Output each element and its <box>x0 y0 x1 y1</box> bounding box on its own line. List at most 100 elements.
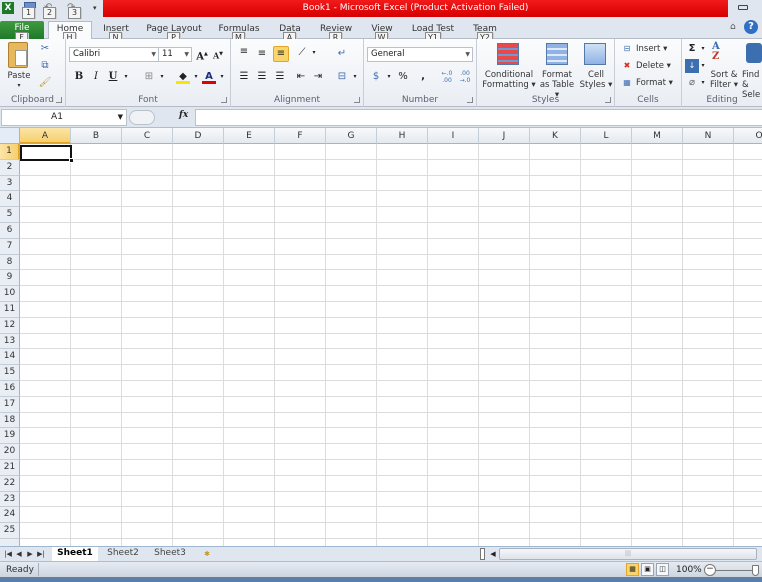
bottom-align-icon[interactable]: ≡ <box>273 46 289 62</box>
number-launcher-icon[interactable] <box>467 97 473 103</box>
conditional-formatting-button[interactable]: Conditional Formatting ▾ <box>480 70 538 90</box>
fill-handle[interactable] <box>69 158 74 163</box>
accounting-dropdown-icon[interactable]: ▾ <box>382 70 396 84</box>
column-header[interactable]: N <box>683 128 734 144</box>
merge-dropdown-icon[interactable]: ▾ <box>348 70 362 84</box>
fill-color-dropdown-icon[interactable]: ▾ <box>189 70 203 84</box>
normal-view-icon[interactable]: ▦ <box>626 563 639 576</box>
delete-cells-button[interactable]: Delete ▾ <box>636 61 671 71</box>
row-header[interactable]: 21 <box>0 460 20 476</box>
format-cells-icon[interactable]: ▦ <box>620 76 634 90</box>
alignment-launcher-icon[interactable] <box>354 97 360 103</box>
zoom-slider-thumb[interactable] <box>752 565 759 576</box>
grow-font-icon[interactable]: A▲ <box>195 47 209 62</box>
percent-style-button[interactable]: % <box>396 70 410 84</box>
formula-input[interactable] <box>195 109 762 126</box>
fill-color-icon[interactable]: ◆ <box>176 70 190 84</box>
column-header[interactable]: F <box>275 128 326 144</box>
row-header[interactable]: 15 <box>0 365 20 381</box>
paste-icon[interactable] <box>8 42 28 68</box>
italic-button[interactable]: I <box>89 70 103 84</box>
split-handle[interactable] <box>480 548 485 560</box>
zoom-level[interactable]: 100% <box>676 563 702 577</box>
excel-app-icon[interactable]: X <box>2 2 14 14</box>
row-header[interactable]: 25 <box>0 523 20 539</box>
increase-decimal-icon[interactable]: ←.0.00 <box>440 70 454 84</box>
minimize-icon[interactable] <box>738 5 748 10</box>
help-icon[interactable]: ? <box>744 20 758 34</box>
column-header[interactable]: K <box>530 128 581 144</box>
decrease-decimal-icon[interactable]: .00 →.0 <box>458 70 472 84</box>
paste-button[interactable]: Paste <box>4 71 34 81</box>
row-header[interactable]: 23 <box>0 491 20 508</box>
row-header[interactable]: 1 <box>0 144 20 160</box>
sheet-tab-sheet1[interactable]: Sheet1 <box>52 547 98 561</box>
row-header[interactable]: 17 <box>0 396 20 413</box>
last-sheet-icon[interactable]: ▶| <box>36 548 46 560</box>
format-painter-icon[interactable]: 🖌 <box>38 76 52 90</box>
find-select-icon[interactable] <box>746 43 762 63</box>
orientation-dropdown-icon[interactable]: ▾ <box>307 46 321 60</box>
column-header[interactable]: O <box>734 128 762 144</box>
column-header[interactable]: H <box>377 128 428 144</box>
clipboard-launcher-icon[interactable] <box>56 97 62 103</box>
align-right-icon[interactable]: ☰ <box>273 70 287 84</box>
column-header[interactable]: B <box>71 128 122 144</box>
top-align-icon[interactable]: ≡ <box>237 45 251 59</box>
row-header[interactable]: 6 <box>0 223 20 239</box>
page-break-preview-icon[interactable]: ◫ <box>656 563 669 576</box>
row-header[interactable]: 4 <box>0 191 20 208</box>
copy-icon[interactable]: ⧉ <box>38 59 52 73</box>
font-size-select[interactable]: 11 ▼ <box>158 47 192 62</box>
active-cell[interactable] <box>20 145 72 161</box>
select-all-button[interactable] <box>0 128 20 144</box>
row-header[interactable]: 16 <box>0 381 20 397</box>
page-layout-view-icon[interactable]: ▣ <box>641 563 654 576</box>
first-sheet-icon[interactable]: |◀ <box>3 548 13 560</box>
zoom-out-icon[interactable]: − <box>704 564 716 576</box>
delete-cells-icon[interactable]: ✖ <box>620 59 634 73</box>
row-header[interactable]: 9 <box>0 270 20 287</box>
row-header[interactable]: 2 <box>0 159 20 176</box>
bold-button[interactable]: B <box>72 70 86 84</box>
middle-align-icon[interactable]: ≡ <box>255 47 269 61</box>
row-header[interactable] <box>0 539 20 546</box>
merge-center-icon[interactable]: ⊟ <box>335 70 349 84</box>
row-header[interactable]: 24 <box>0 507 20 524</box>
scroll-left-icon[interactable]: ◀ <box>488 548 498 560</box>
sort-filter-icon[interactable]: AZ <box>712 42 734 64</box>
zoom-slider[interactable] <box>716 570 756 571</box>
horizontal-scrollbar[interactable]: ◀ ||| <box>480 548 762 561</box>
font-color-icon[interactable]: A <box>202 70 216 84</box>
sheet-tab-sheet3[interactable]: Sheet3 <box>148 547 192 561</box>
borders-dropdown-icon[interactable]: ▾ <box>155 70 169 84</box>
row-header[interactable]: 11 <box>0 302 20 318</box>
next-sheet-icon[interactable]: ▶ <box>25 548 35 560</box>
sheet-tab-sheet2[interactable]: Sheet2 <box>100 547 146 561</box>
decrease-indent-icon[interactable]: ⇤ <box>294 70 308 84</box>
spreadsheet-grid[interactable]: ABCDEFGHIJKLMNO 1 2 3 4 5 6 7 8 9 10 11 12 13 14 15 16 1… <box>0 128 762 546</box>
align-left-icon[interactable]: ☰ <box>237 70 251 84</box>
insert-cells-button[interactable]: Insert ▾ <box>636 44 667 54</box>
insert-cells-icon[interactable]: ⊟ <box>620 42 634 56</box>
row-header[interactable]: 13 <box>0 333 20 350</box>
insert-worksheet-icon[interactable]: ✱ <box>200 548 214 560</box>
column-header[interactable]: D <box>173 128 224 144</box>
prev-sheet-icon[interactable]: ◀ <box>14 548 24 560</box>
column-header[interactable]: C <box>122 128 173 144</box>
row-header[interactable]: 12 <box>0 317 20 334</box>
row-header[interactable]: 7 <box>0 238 20 255</box>
column-header[interactable]: A <box>20 128 71 144</box>
format-as-table-icon[interactable] <box>546 43 568 65</box>
font-launcher-icon[interactable] <box>221 97 227 103</box>
cell-styles-icon[interactable] <box>584 43 606 65</box>
row-header[interactable]: 18 <box>0 412 20 429</box>
autosum-dropdown-icon[interactable]: ▾ <box>696 42 710 56</box>
wrap-text-icon[interactable]: ↵ <box>335 47 349 61</box>
row-header[interactable]: 20 <box>0 444 20 460</box>
scrollbar-thumb[interactable]: ||| <box>499 548 757 560</box>
increase-indent-icon[interactable]: ⇥ <box>311 70 325 84</box>
conditional-formatting-icon[interactable] <box>497 43 519 65</box>
comma-style-button[interactable]: , <box>416 70 430 84</box>
column-header[interactable]: G <box>326 128 377 144</box>
